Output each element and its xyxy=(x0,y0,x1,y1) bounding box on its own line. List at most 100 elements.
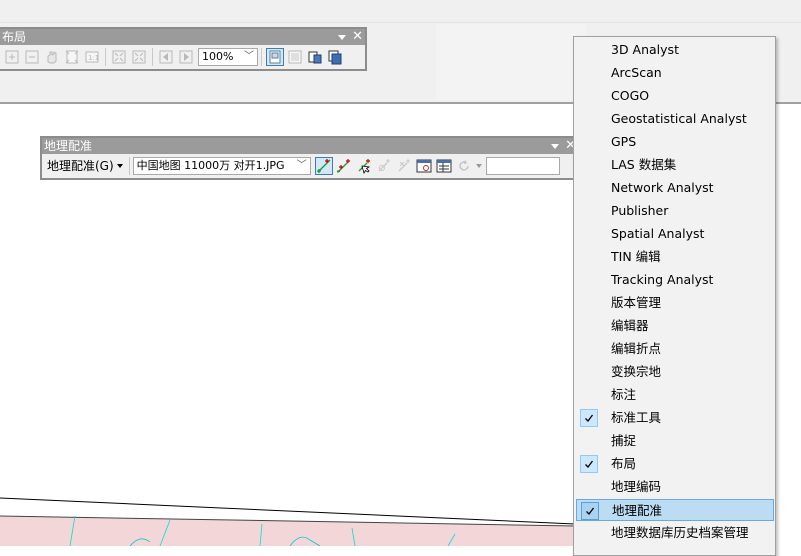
menu-item[interactable]: Spatial Analyst xyxy=(576,223,774,245)
menu-item-label: COGO xyxy=(611,88,650,103)
menu-item-label: ArcScan xyxy=(611,65,662,80)
zoom-percent-value: 100% xyxy=(202,50,234,63)
auto-adjust-points-icon[interactable] xyxy=(335,157,353,175)
menu-item[interactable]: 布局 xyxy=(576,453,774,475)
menu-item-label: 标准工具 xyxy=(611,410,662,425)
menu-item[interactable]: ArcScan xyxy=(576,62,774,84)
zoom-whole-page-icon[interactable] xyxy=(63,48,81,66)
close-icon[interactable]: ✕ xyxy=(352,29,363,45)
menu-item-label: 编辑器 xyxy=(611,318,649,333)
menu-item[interactable]: 地理配准 xyxy=(576,499,774,521)
menu-item-label: 地理编码 xyxy=(611,479,662,494)
toolbar-menu-icon[interactable] xyxy=(338,34,347,40)
zoom-in-icon[interactable] xyxy=(3,48,21,66)
map-canvas-fragment xyxy=(0,497,576,546)
georeferencing-menu-label: 地理配准(G) xyxy=(47,159,114,173)
select-link-icon[interactable] xyxy=(355,157,373,175)
menu-item[interactable]: 编辑折点 xyxy=(576,338,774,360)
svg-text:1:1: 1:1 xyxy=(88,54,99,62)
add-control-points-icon[interactable] xyxy=(314,157,333,175)
georef-toolbar-title: 地理配准 xyxy=(44,139,93,153)
menu-item-label: Publisher xyxy=(611,203,669,218)
zoom-percent-select[interactable]: 100% ﹀ xyxy=(198,48,258,66)
menu-item[interactable]: 地理编码 xyxy=(576,476,774,498)
zoom-out-icon[interactable] xyxy=(23,48,41,66)
menu-item[interactable]: GPS xyxy=(576,131,774,153)
menu-item[interactable]: 变换宗地 xyxy=(576,361,774,383)
menu-item-label: Tracking Analyst xyxy=(611,272,714,287)
menu-item[interactable]: 标注 xyxy=(576,384,774,406)
chevron-down-icon: ﹀ xyxy=(296,160,307,171)
menu-item-label: 版本管理 xyxy=(611,295,662,310)
layout-toolbar-title: 布局 xyxy=(2,30,27,44)
menu-item-label: 3D Analyst xyxy=(611,42,679,57)
fixed-zoom-out-icon[interactable] xyxy=(130,48,148,66)
dock-empty-region xyxy=(436,24,586,100)
separator xyxy=(128,157,130,175)
georeferencing-toolbar: 地理配准 ✕ 地理配准(G) 中国地图 11000万 对开1.JPG ﹀ xyxy=(40,136,580,180)
menu-item[interactable]: Tracking Analyst xyxy=(576,269,774,291)
layout-toolbar: 布局 ✕ 1:1 100% ﹀ xyxy=(0,27,367,71)
menu-item-label: 地理数据库历史档案管理 xyxy=(611,525,749,540)
layout-toolbar-titlebar[interactable]: 布局 ✕ xyxy=(0,29,365,45)
layer-select[interactable]: 中国地图 11000万 对开1.JPG ﹀ xyxy=(132,157,311,175)
layout-toolbar-buttons: 1:1 100% ﹀ xyxy=(0,45,365,69)
rotate-dropdown-button[interactable] xyxy=(474,157,484,175)
menu-item[interactable]: 3D Analyst xyxy=(576,39,774,61)
separator xyxy=(261,48,262,66)
menu-item[interactable]: LAS 数据集 xyxy=(576,154,774,176)
menu-item[interactable]: 编辑器 xyxy=(576,315,774,337)
toolbar-menu-icon[interactable] xyxy=(551,143,560,149)
menu-item-label: Network Analyst xyxy=(611,180,714,195)
delete-link-icon[interactable] xyxy=(395,157,413,175)
zoom-to-selected-link-icon[interactable] xyxy=(375,157,393,175)
menu-item[interactable]: 标准工具 xyxy=(576,407,774,429)
toolbars-context-menu: 3D Analyst ArcScan COGO Geostatistical Anal… xyxy=(573,36,776,556)
link-table-icon[interactable] xyxy=(435,157,453,175)
menu-item-label: Geostatistical Analyst xyxy=(611,111,747,126)
chevron-down-icon: ﹀ xyxy=(244,51,254,62)
menu-item[interactable]: 地理数据库历史档案管理 xyxy=(576,522,774,544)
toggle-draft-mode-icon[interactable] xyxy=(266,48,284,66)
layer-select-value: 中国地图 11000万 对开1.JPG xyxy=(136,159,285,172)
dropdown-arrow-icon xyxy=(475,164,482,168)
menu-item-label: 布局 xyxy=(611,456,637,471)
zoom-100-icon[interactable]: 1:1 xyxy=(83,48,101,66)
menu-item-label: 标注 xyxy=(611,387,637,402)
separator xyxy=(105,48,106,66)
menu-item[interactable]: 版本管理 xyxy=(576,292,774,314)
coordinate-input[interactable] xyxy=(485,157,560,175)
menu-item-label: TIN 编辑 xyxy=(611,249,661,264)
viewer-window-icon[interactable] xyxy=(415,157,433,175)
checkmark-icon xyxy=(580,409,598,427)
pan-hand-icon[interactable] xyxy=(43,48,61,66)
separator xyxy=(152,48,153,66)
forward-extent-icon[interactable] xyxy=(177,48,195,66)
georef-toolbar-buttons: 地理配准(G) 中国地图 11000万 对开1.JPG ﹀ xyxy=(42,154,578,178)
checkmark-icon xyxy=(581,502,599,520)
menu-item-label: 编辑折点 xyxy=(611,341,662,356)
focus-data-frame-icon[interactable] xyxy=(286,48,304,66)
checkmark-icon xyxy=(580,455,598,473)
menu-item-label: Spatial Analyst xyxy=(611,226,705,241)
data-driven-pages-icon[interactable] xyxy=(326,48,344,66)
georeferencing-menu-button[interactable]: 地理配准(G) xyxy=(44,157,126,175)
menu-item[interactable]: 捕捉 xyxy=(576,430,774,452)
menu-item-label: 捕捉 xyxy=(611,433,637,448)
dock-separator xyxy=(0,22,801,23)
back-extent-icon[interactable] xyxy=(157,48,175,66)
menu-item-label: GPS xyxy=(611,134,637,149)
menu-item-label: 地理配准 xyxy=(612,503,663,518)
menu-item-label: LAS 数据集 xyxy=(611,157,677,172)
menu-item-label: 变换宗地 xyxy=(611,364,662,379)
rotate-icon[interactable] xyxy=(455,157,473,175)
georef-toolbar-titlebar[interactable]: 地理配准 ✕ xyxy=(42,138,578,154)
menu-item[interactable]: TIN 编辑 xyxy=(576,246,774,268)
dropdown-arrow-icon xyxy=(116,164,123,168)
menu-item[interactable]: Geostatistical Analyst xyxy=(576,108,774,130)
change-layout-icon[interactable] xyxy=(306,48,324,66)
fixed-zoom-in-icon[interactable] xyxy=(110,48,128,66)
menu-item[interactable]: COGO xyxy=(576,85,774,107)
menu-item[interactable]: Network Analyst xyxy=(576,177,774,199)
menu-item[interactable]: Publisher xyxy=(576,200,774,222)
